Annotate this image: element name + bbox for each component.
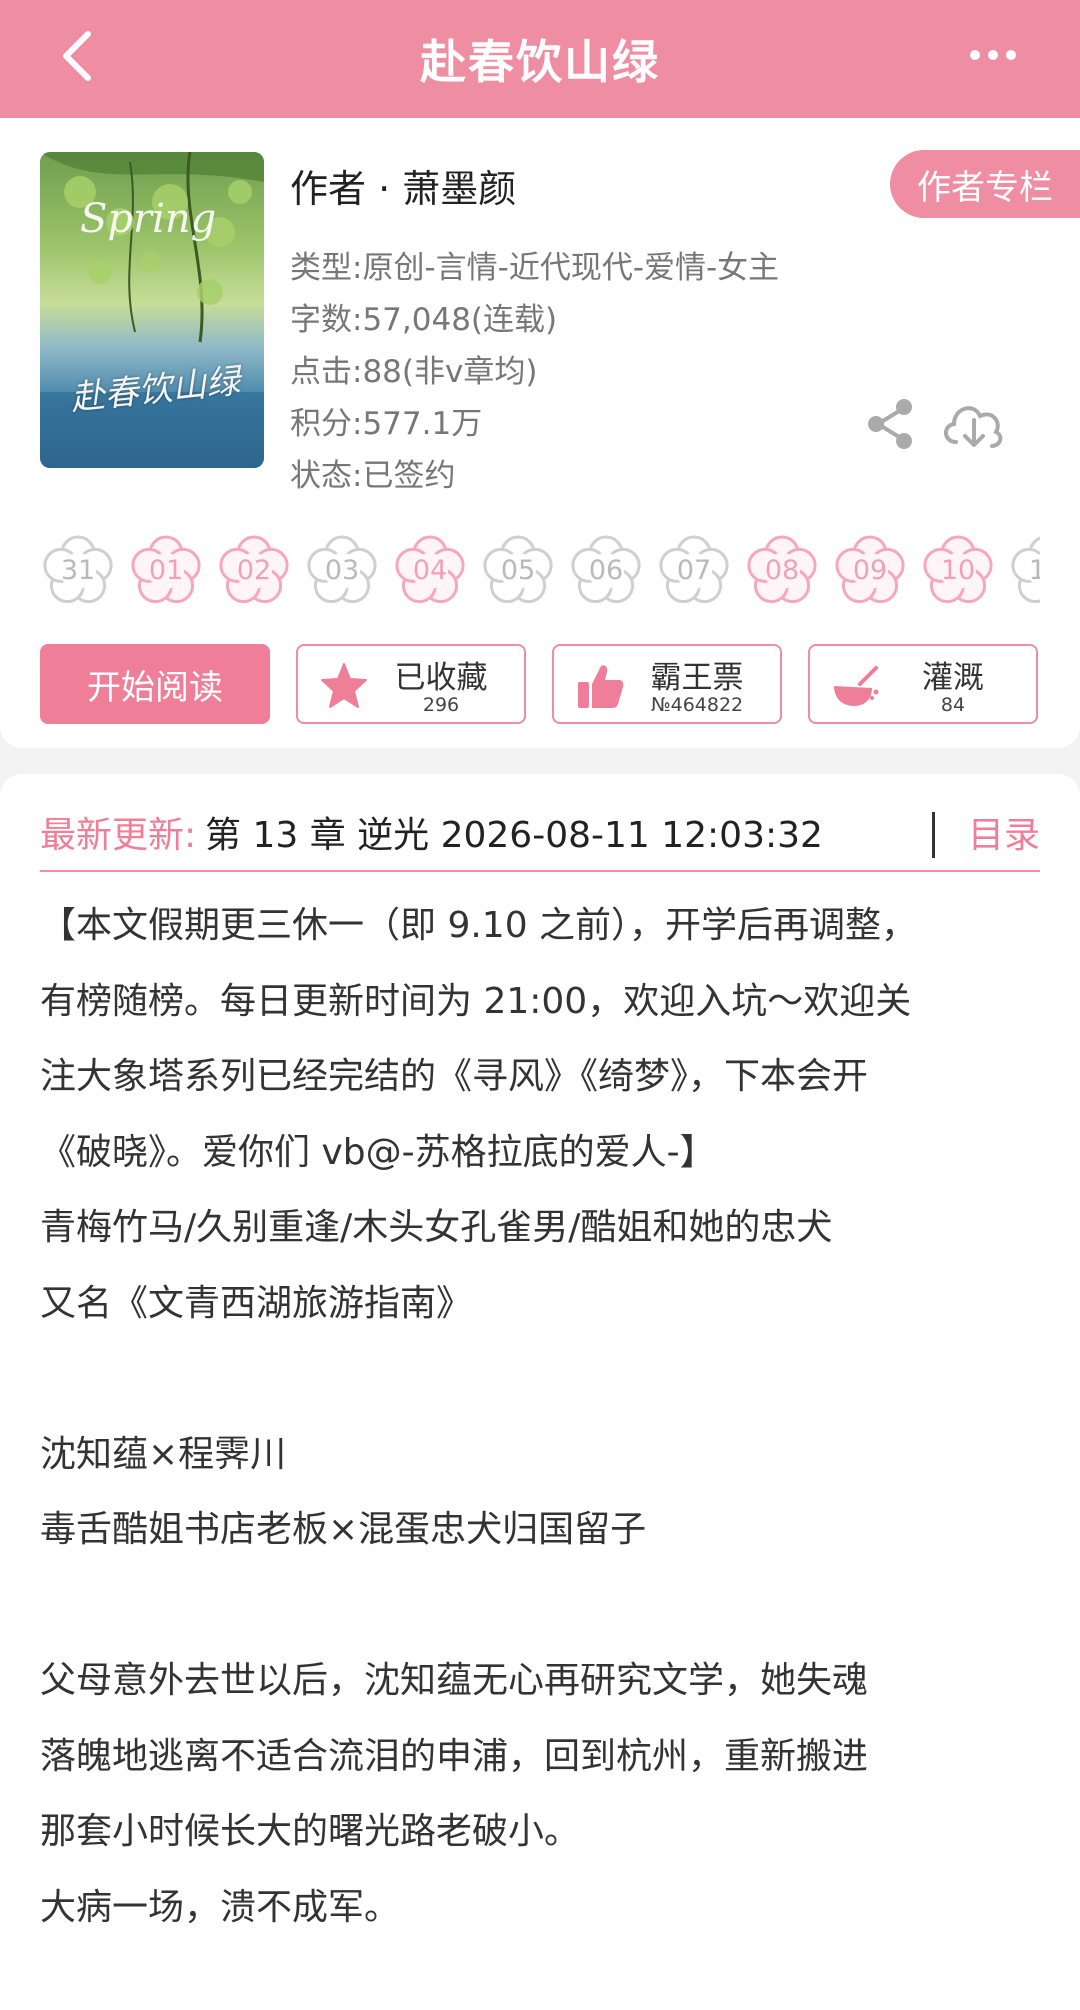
description-line: 那套小时候长大的曙光路老破小。	[40, 1811, 581, 1852]
flower-badge[interactable]: 08	[742, 530, 822, 610]
table-of-contents-link[interactable]: 目录	[968, 806, 1040, 858]
description-line: 又名《文青西湖旅游指南》	[40, 1282, 473, 1324]
flower-badge-row: 31 01 02 03 04 05 06 07 08 09 10 11	[38, 530, 1040, 616]
latest-update-label: 最新更新:	[40, 815, 197, 856]
flower-badge-label: 05	[500, 554, 536, 586]
more-icon[interactable]	[958, 30, 1028, 80]
flower-badge[interactable]: 10	[918, 530, 998, 610]
author-column-button[interactable]: 作者专栏	[890, 150, 1080, 218]
back-icon[interactable]	[48, 26, 108, 86]
thumbs-up-icon	[574, 660, 626, 712]
bawang-ticket-count: №464822	[650, 694, 744, 716]
flower-badge[interactable]: 02	[214, 530, 294, 610]
flower-badge-label: 08	[764, 554, 800, 586]
description-line: 毒舌酷姐书店老板×混蛋忠犬归国留子	[40, 1509, 647, 1550]
book-points: 积分:577.1万	[290, 406, 483, 442]
book-info-card: Spring 赴春饮山绿 作者 · 萧墨颜 作者专栏 类型:原创-言情-近代现代…	[0, 118, 1080, 748]
flower-badge[interactable]: 05	[478, 530, 558, 610]
flower-badge-label: 02	[236, 554, 272, 586]
flower-badge-label: 10	[940, 554, 976, 586]
flower-badge-label: 09	[852, 554, 888, 586]
book-description: 【本文假期更三休一（即 9.10 之前），开学后再调整， 有榜随榜。每日更新时间…	[40, 888, 1050, 1945]
watering-can-icon	[830, 660, 882, 712]
favorite-label: 已收藏	[394, 660, 488, 696]
description-line: 落魄地逃离不适合流泪的申浦，回到杭州，重新搬进	[40, 1735, 869, 1777]
flower-badge-label: 07	[676, 554, 712, 586]
latest-update-row[interactable]: 最新更新: 第 13 章 逆光 2026-08-11 12:03:32 目录	[40, 798, 1040, 872]
water-label: 灌溉	[922, 660, 984, 696]
flower-badge[interactable]: 06	[566, 530, 646, 610]
book-cover[interactable]: Spring 赴春饮山绿	[40, 152, 264, 468]
description-line: 青梅竹马/久别重逢/木头女孔雀男/酷姐和她的忠犬	[40, 1207, 833, 1248]
start-reading-button[interactable]: 开始阅读	[40, 644, 270, 724]
cover-title-en: Spring	[80, 196, 217, 242]
flower-badge-label: 31	[60, 554, 96, 586]
flower-badge[interactable]: 03	[302, 530, 382, 610]
description-line	[40, 1568, 1050, 1644]
book-meta: 类型:原创-言情-近代现代-爱情-女主 字数:57,048(连载) 点击:88(…	[290, 242, 779, 502]
water-button[interactable]: 灌溉 84	[808, 644, 1038, 724]
flower-badge[interactable]: 31	[38, 530, 118, 610]
bawang-ticket-button[interactable]: 霸王票 №464822	[552, 644, 782, 724]
book-word-count: 字数:57,048(连载)	[290, 302, 558, 338]
description-line: 《破晓》。爱你们 vb@-苏格拉底的爱人-】	[40, 1131, 716, 1173]
description-line: 注大象塔系列已经完结的《寻风》《绮梦》，下本会开	[40, 1056, 869, 1097]
description-line: 父母意外去世以后，沈知蕴无心再研究文学，她失魂	[40, 1660, 869, 1701]
flower-badge-label: 11	[1028, 554, 1040, 586]
author-name[interactable]: 作者 · 萧墨颜	[290, 158, 516, 213]
description-line: 沈知蕴×程霁川	[40, 1433, 287, 1475]
book-clicks: 点击:88(非v章均)	[290, 354, 538, 390]
flower-badge-label: 03	[324, 554, 360, 586]
latest-chapter[interactable]: 第 13 章 逆光 2026-08-11 12:03:32	[205, 806, 823, 858]
top-bar: 赴春饮山绿	[0, 0, 1080, 118]
description-line	[40, 1341, 1050, 1417]
favorite-button[interactable]: 已收藏 296	[296, 644, 526, 724]
star-icon	[318, 660, 370, 712]
flower-badge-label: 04	[412, 554, 448, 586]
flower-badge[interactable]: 07	[654, 530, 734, 610]
favorite-count: 296	[422, 694, 460, 716]
flower-badge-label: 06	[588, 554, 624, 586]
description-line: 大病一场，溃不成军。	[40, 1886, 401, 1928]
description-line: 有榜随榜。每日更新时间为 21:00，欢迎入坑～欢迎关	[40, 980, 912, 1022]
flower-badge[interactable]: 09	[830, 530, 910, 610]
flower-badge[interactable]: 11	[1006, 530, 1040, 610]
page-title: 赴春饮山绿	[420, 35, 660, 89]
flower-badge-label: 01	[148, 554, 184, 586]
description-line: 【本文假期更三休一（即 9.10 之前），开学后再调整，	[40, 905, 918, 946]
download-icon[interactable]	[940, 396, 1008, 452]
book-type: 类型:原创-言情-近代现代-爱情-女主	[290, 250, 780, 286]
description-card: 最新更新: 第 13 章 逆光 2026-08-11 12:03:32 目录 【…	[0, 774, 1080, 2010]
share-icon[interactable]	[862, 396, 918, 452]
flower-badge[interactable]: 04	[390, 530, 470, 610]
divider	[932, 812, 935, 858]
bawang-ticket-label: 霸王票	[650, 660, 744, 696]
flower-badge[interactable]: 01	[126, 530, 206, 610]
book-status: 状态:已签约	[290, 458, 456, 494]
water-count: 84	[940, 694, 966, 716]
